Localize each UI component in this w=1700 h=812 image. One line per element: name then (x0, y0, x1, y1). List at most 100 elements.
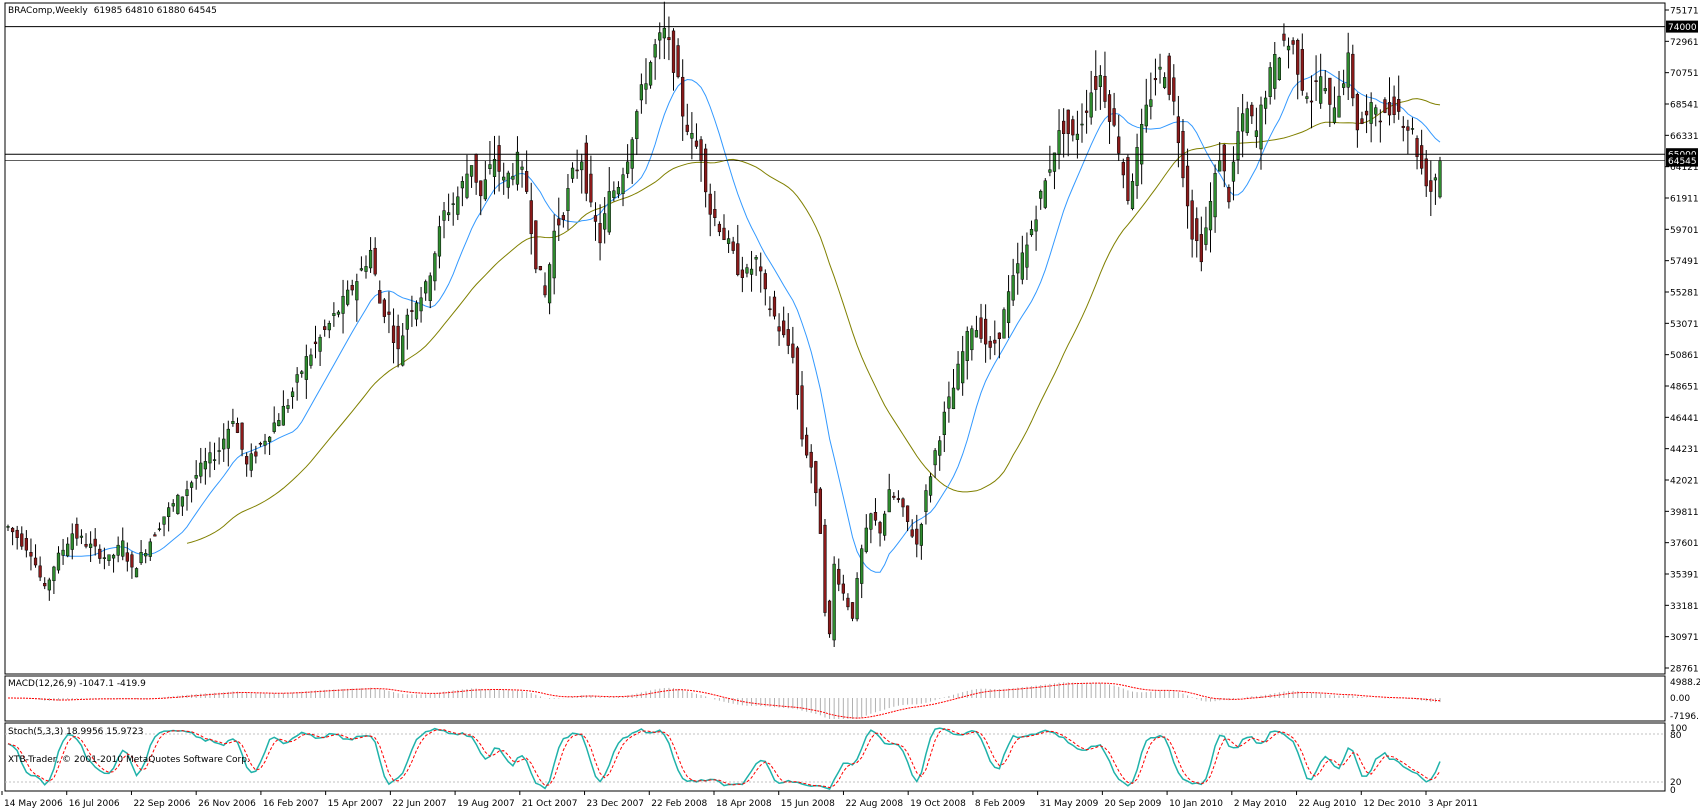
candle-body (290, 391, 295, 398)
candle-body (557, 218, 561, 226)
time-tick-label: 10 Jan 2010 (1169, 799, 1223, 809)
candle-body (424, 281, 428, 294)
candle-body (768, 308, 772, 311)
candle (1277, 56, 1281, 81)
candle-body (373, 247, 377, 275)
candle-body (726, 238, 731, 244)
candle-body (171, 503, 175, 507)
candle-body (341, 295, 345, 314)
candle-body (419, 297, 423, 312)
candle-body (15, 529, 19, 538)
candle-body (148, 541, 152, 557)
candle-body (580, 161, 584, 171)
candle-body (685, 124, 689, 132)
candle-body (162, 516, 166, 525)
candle-body (575, 169, 579, 172)
candle-body (892, 495, 896, 498)
candle-body (777, 326, 781, 332)
candle-body (1392, 96, 1396, 115)
candle-body (1231, 161, 1236, 182)
candle-body (364, 266, 368, 272)
candle-body (382, 299, 386, 317)
candle-body (864, 527, 868, 552)
candle-body (107, 554, 111, 561)
candle-body (336, 311, 341, 315)
candle-body (1002, 309, 1006, 339)
candle-body (951, 387, 956, 410)
candle-body (570, 167, 575, 179)
candle (850, 602, 855, 622)
candle-body (1062, 120, 1066, 134)
candle-body (1117, 136, 1121, 154)
price-tick-label: 33181 (1670, 602, 1699, 612)
candle-body (699, 139, 703, 162)
candle-body (635, 111, 639, 139)
candle-body (1273, 54, 1277, 89)
candle-body (901, 498, 905, 508)
candle-body (827, 600, 832, 635)
candle-body (1121, 162, 1125, 176)
candle (176, 493, 180, 515)
candle-body (722, 227, 726, 241)
candle-body (446, 212, 451, 216)
candle-body (1254, 130, 1259, 137)
candle-body (346, 289, 350, 305)
candle-body (1172, 77, 1176, 102)
candle-body (823, 524, 827, 613)
candle-body (915, 528, 919, 545)
price-tick-label: 59701 (1670, 226, 1699, 236)
candle-body (782, 320, 786, 336)
candle-body (226, 428, 230, 449)
time-tick-label: 14 May 2006 (4, 799, 63, 809)
candle-body (267, 436, 272, 442)
candle-body (896, 498, 901, 500)
candle-body (1277, 57, 1281, 80)
candle-body (368, 249, 373, 269)
time-tick-label: 16 Feb 2007 (263, 799, 319, 809)
candle-body (942, 411, 946, 435)
candle-body (1328, 77, 1332, 105)
candle-body (277, 420, 281, 427)
price-tick-label: 61911 (1670, 195, 1699, 205)
candle-body (281, 405, 286, 426)
candle-body (1397, 99, 1401, 112)
candle-body (589, 173, 593, 203)
candle-body (1208, 201, 1213, 231)
stoch-axis: 10080200 (1670, 724, 1687, 796)
candle-body (433, 253, 437, 282)
candle-body (20, 533, 24, 547)
candle-body (552, 230, 556, 279)
candle-body (983, 318, 988, 345)
time-tick-label: 22 Feb 2008 (651, 799, 707, 809)
candle-body (869, 513, 873, 530)
candle-body (1140, 124, 1144, 165)
candle-body (883, 513, 887, 536)
price-tick-label: 68541 (1670, 101, 1699, 111)
candle-body (708, 193, 712, 215)
candle-body (1222, 144, 1226, 172)
candle-body (10, 527, 15, 533)
candle-body (1176, 116, 1181, 144)
candle-body (667, 37, 671, 41)
candle-body (671, 30, 676, 73)
candle-body (658, 32, 662, 41)
price-tick-label: 37601 (1670, 539, 1699, 549)
time-tick-label: 15 Jun 2008 (781, 799, 835, 809)
candle (818, 487, 823, 534)
candle-body (180, 496, 185, 507)
candle-body (759, 266, 763, 272)
candle-body (1309, 100, 1314, 103)
price-tick-label: 75171 (1670, 7, 1699, 17)
candle-body (52, 566, 56, 582)
candle-body (832, 563, 836, 641)
candle-body (749, 268, 754, 275)
time-tick-label: 16 Jul 2006 (69, 799, 120, 809)
candle-body (1323, 88, 1327, 92)
time-tick-label: 3 Apr 2011 (1428, 799, 1478, 809)
candle-body (933, 450, 937, 466)
candle-body (1080, 123, 1084, 126)
candle-body (662, 27, 666, 39)
price-tick-label: 53071 (1670, 320, 1699, 330)
candle-body (593, 215, 598, 222)
candle-body (1167, 55, 1171, 95)
